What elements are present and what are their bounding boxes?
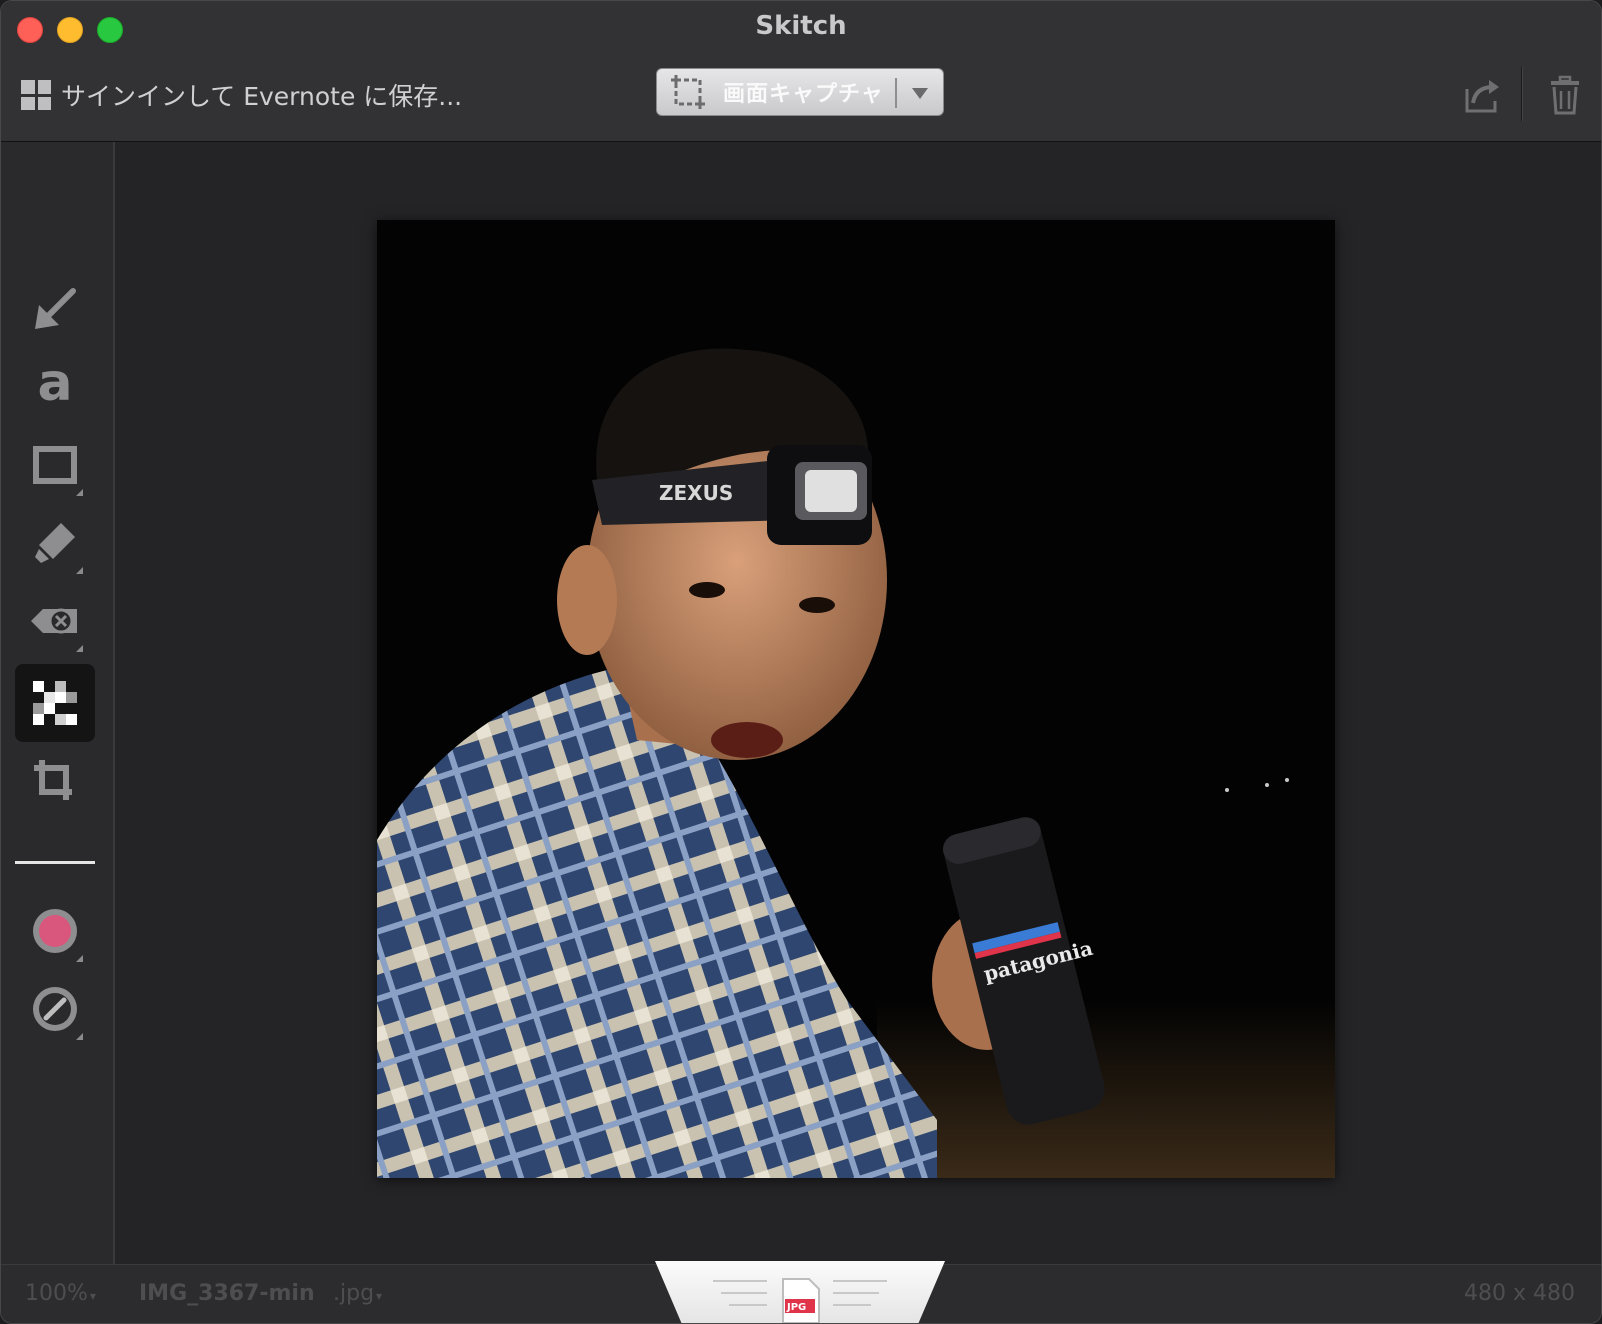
status-bar: 100% ▾ IMG_3367-min .jpg ▾ JPG 480 x 480 xyxy=(1,1261,1601,1323)
text-tool[interactable]: a xyxy=(15,348,95,426)
toolbar-separator xyxy=(1521,67,1523,121)
highlighter-icon xyxy=(35,523,75,563)
highlighter-tool[interactable] xyxy=(15,504,95,582)
text-icon: a xyxy=(37,353,73,413)
signin-label: サインインして Evernote に保存... xyxy=(61,82,463,111)
crop-icon xyxy=(34,760,72,800)
color-picker[interactable] xyxy=(15,892,95,970)
sidebar-separator xyxy=(15,861,95,864)
arrow-tool[interactable] xyxy=(15,270,95,348)
filename-field[interactable]: IMG_3367-min xyxy=(139,1281,315,1306)
file-badge: JPG xyxy=(786,1302,806,1313)
drag-export-tab[interactable]: JPG xyxy=(655,1261,945,1323)
photo-content: ZEXUS patagonia xyxy=(377,220,1335,1178)
extension-value: .jpg xyxy=(333,1281,375,1306)
editor-canvas[interactable]: ZEXUS patagonia xyxy=(115,142,1601,1264)
chevron-down-icon: ▾ xyxy=(89,1289,96,1303)
trash-icon[interactable] xyxy=(1549,75,1581,115)
crop-tool[interactable] xyxy=(15,742,95,820)
color-swatch-icon xyxy=(33,909,77,953)
image-dimensions: 480 x 480 xyxy=(1464,1281,1575,1306)
file-drag-icon: JPG xyxy=(713,1278,887,1323)
zoom-value: 100% xyxy=(25,1281,88,1306)
chevron-down-icon: ▾ xyxy=(376,1289,383,1303)
rectangle-icon xyxy=(33,446,77,484)
capture-label: 画面キャプチャ xyxy=(723,82,884,107)
extension-selector[interactable]: .jpg ▾ xyxy=(333,1281,382,1306)
zoom-selector[interactable]: 100% ▾ xyxy=(25,1281,96,1306)
skitch-window: Skitch サインインして Evernote に保存... 画面キャプチャ a… xyxy=(0,0,1602,1324)
stamp-tool[interactable] xyxy=(15,582,95,660)
rectangle-tool[interactable] xyxy=(15,426,95,504)
stamp-icon xyxy=(31,608,77,634)
pixelate-icon xyxy=(33,681,77,725)
line-width-icon xyxy=(33,987,77,1031)
arrow-icon xyxy=(35,288,76,329)
capture-frame-icon xyxy=(671,75,705,109)
photo-image[interactable]: ZEXUS patagonia xyxy=(377,220,1335,1178)
screen-capture-button[interactable]: 画面キャプチャ xyxy=(656,68,944,116)
tool-sidebar: a xyxy=(1,142,115,1264)
signin-evernote-button[interactable]: サインインして Evernote に保存... xyxy=(21,75,462,115)
line-width-picker[interactable] xyxy=(15,970,95,1048)
grid-icon xyxy=(21,80,51,110)
headlamp-brand: ZEXUS xyxy=(659,481,733,505)
titlebar: Skitch サインインして Evernote に保存... 画面キャプチャ xyxy=(1,1,1601,142)
window-title: Skitch xyxy=(755,11,847,41)
share-icon[interactable] xyxy=(1463,75,1503,115)
capture-divider xyxy=(895,78,897,108)
pixelate-tool[interactable] xyxy=(15,664,95,742)
chevron-down-icon[interactable] xyxy=(912,88,928,99)
